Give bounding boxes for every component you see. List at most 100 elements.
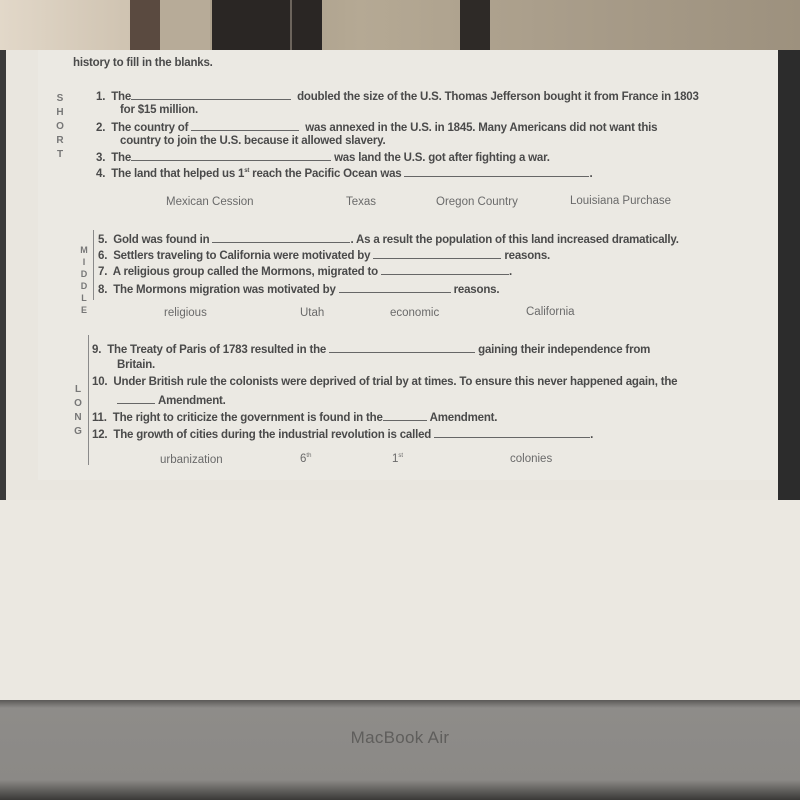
word-bank-item: Mexican Cession	[166, 196, 254, 208]
answer-blank[interactable]	[404, 166, 590, 177]
question-text: The right to criticize the government is…	[112, 412, 383, 424]
word-bank-item: 1st	[392, 453, 403, 465]
question-text: was land the U.S. got after fighting a w…	[334, 152, 550, 164]
side-letter: E	[80, 305, 87, 315]
question-text: doubled the size of the U.S. Thomas Jeff…	[297, 91, 699, 103]
side-letter: L	[81, 293, 87, 303]
question-7: 7. A religious group called the Mormons,…	[98, 264, 512, 278]
question-number: 12.	[92, 429, 108, 441]
answer-blank[interactable]	[131, 150, 332, 161]
section-label-middle: M I D D L E	[78, 244, 90, 316]
question-2: 2. The country of was annexed in the U.S…	[96, 120, 658, 134]
question-text: The growth of cities during the industri…	[113, 429, 432, 441]
question-number: 6.	[98, 250, 108, 262]
question-8: 8. The Mormons migration was motivated b…	[98, 282, 500, 296]
question-number: 9.	[92, 344, 102, 356]
question-text: The country of	[111, 122, 189, 134]
question-1: 1. The doubled the size of the U.S. Thom…	[96, 89, 699, 103]
section-bracket	[88, 335, 89, 465]
word-bank-item: Oregon Country	[436, 196, 518, 208]
question-text: reach the Pacific Ocean was	[249, 168, 402, 180]
answer-blank[interactable]	[380, 264, 509, 275]
side-letter: O	[74, 398, 82, 409]
side-letter: D	[80, 269, 88, 279]
answer-blank[interactable]	[434, 427, 591, 438]
side-letter: G	[74, 426, 82, 437]
question-text: Amendment.	[158, 395, 226, 407]
question-text: The	[111, 91, 132, 103]
answer-blank[interactable]	[382, 410, 427, 421]
section-label-long: L O N G	[72, 383, 84, 439]
side-letter: T	[56, 149, 64, 160]
answer-blank[interactable]	[338, 282, 451, 293]
side-letter: I	[82, 257, 86, 267]
question-3: 3. The was land the U.S. got after fight…	[96, 150, 550, 164]
answer-blank[interactable]	[191, 120, 300, 131]
question-text: .	[589, 168, 593, 180]
question-text: A religious group called the Mormons, mi…	[112, 266, 378, 278]
answer-blank[interactable]	[329, 342, 476, 353]
question-text: .	[590, 429, 594, 441]
word-bank-item: 6th	[300, 453, 311, 465]
worksheet-document: history to fill in the blanks. S H O R T…	[38, 50, 778, 480]
laptop-bezel-bottom	[0, 700, 800, 800]
answer-blank[interactable]	[373, 248, 502, 259]
page-content: history to fill in the blanks. S H O R T…	[0, 50, 800, 500]
question-10: 10. Under British rule the colonists wer…	[92, 376, 678, 388]
word-bank-item: Texas	[346, 196, 377, 208]
word-bank-item: Utah	[300, 307, 325, 319]
word-bank-item: urbanization	[160, 454, 223, 466]
question-text: Amendment.	[429, 412, 498, 424]
question-2-continued: country to join the U.S. because it allo…	[120, 135, 386, 147]
side-letter: R	[56, 135, 64, 146]
answer-blank[interactable]	[117, 393, 155, 404]
question-text: Gold was found in	[113, 234, 210, 246]
question-number: 8.	[98, 284, 108, 296]
answer-blank[interactable]	[131, 89, 292, 100]
question-text: reasons.	[453, 284, 500, 296]
instructions-text: history to fill in the blanks.	[73, 57, 213, 69]
question-number: 10.	[92, 376, 108, 388]
question-6: 6. Settlers traveling to California were…	[98, 248, 550, 262]
section-bracket	[93, 230, 94, 300]
laptop-brand-label: MacBook Air	[350, 728, 450, 747]
question-number: 7.	[98, 266, 108, 278]
question-1-continued: for $15 million.	[120, 104, 198, 116]
question-text: Settlers traveling to California were mo…	[113, 250, 371, 262]
screen-edge-right	[778, 50, 800, 500]
question-10-continued: Amendment.	[117, 393, 226, 407]
question-number: 3.	[96, 152, 106, 164]
question-9-continued: Britain.	[117, 359, 156, 371]
side-letter: N	[74, 412, 82, 423]
word-bank-item: religious	[164, 307, 207, 319]
word-bank-item: colonies	[510, 453, 553, 465]
question-11: 11. The right to criticize the governmen…	[92, 410, 498, 424]
question-number: 11.	[92, 412, 107, 424]
question-text: gaining their independence from	[478, 344, 651, 356]
question-text: . As a result the population of this lan…	[350, 234, 679, 246]
question-number: 1.	[96, 91, 106, 103]
question-text: The land that helped us 1	[111, 168, 245, 180]
question-5: 5. Gold was found in . As a result the p…	[98, 232, 679, 246]
superscript: th	[306, 453, 312, 460]
side-letter: O	[56, 121, 64, 132]
question-text: reasons.	[504, 250, 551, 262]
question-text: was annexed in the U.S. in 1845. Many Am…	[305, 122, 658, 134]
word-bank-item: Louisiana Purchase	[570, 195, 672, 207]
superscript: st	[398, 453, 404, 460]
question-text: The	[111, 152, 132, 164]
word-bank-item: California	[526, 306, 575, 318]
screen-edge-left	[0, 50, 6, 500]
question-text: Under British rule the colonists were de…	[113, 376, 678, 388]
side-letter: H	[56, 107, 64, 118]
question-text: .	[508, 266, 512, 278]
question-number: 5.	[98, 234, 108, 246]
side-letter: D	[80, 281, 88, 291]
question-text: The Treaty of Paris of 1783 resulted in …	[107, 344, 327, 356]
answer-blank[interactable]	[212, 232, 351, 243]
word-bank-item: economic	[390, 307, 440, 319]
question-4: 4. The land that helped us 1st reach the…	[96, 166, 593, 180]
side-letter: S	[56, 93, 64, 104]
section-label-short: S H O R T	[54, 92, 66, 162]
question-number: 2.	[96, 122, 106, 134]
